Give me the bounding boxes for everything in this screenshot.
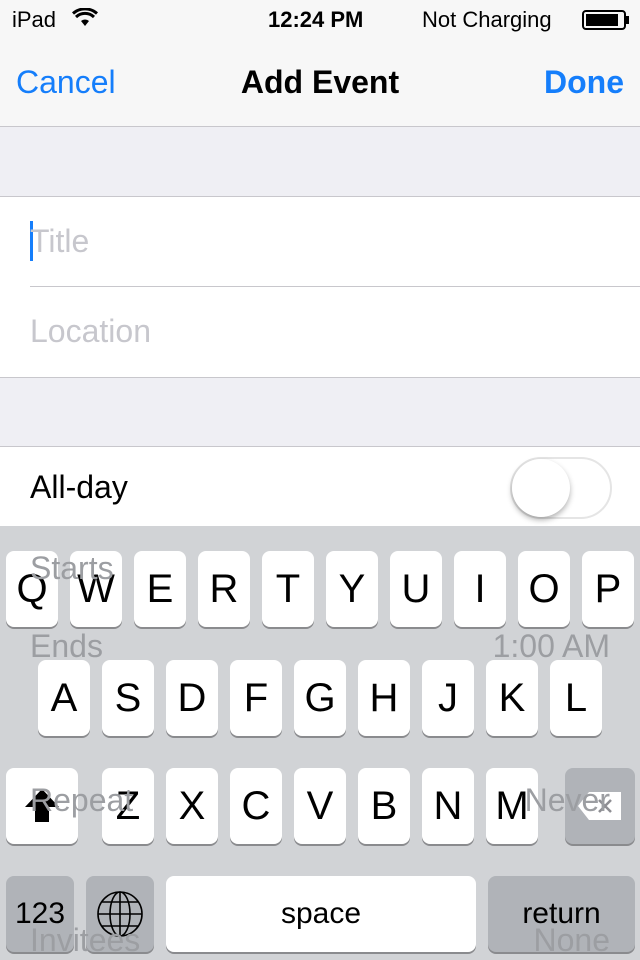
allday-label: All-day	[30, 469, 128, 505]
key-n[interactable]: N	[422, 768, 474, 844]
key-u[interactable]: U	[390, 551, 442, 627]
location-input[interactable]: Location	[30, 287, 640, 377]
invitees-label[interactable]: Invitees	[30, 922, 140, 958]
key-j[interactable]: J	[422, 660, 474, 736]
key-o[interactable]: O	[518, 551, 570, 627]
time-group: All-day	[0, 446, 640, 536]
key-g[interactable]: G	[294, 660, 346, 736]
toggle-knob	[512, 459, 570, 517]
cancel-button[interactable]: Cancel	[16, 64, 116, 101]
key-s[interactable]: S	[102, 660, 154, 736]
ends-label[interactable]: Ends	[30, 628, 103, 664]
charging-status: Not Charging	[422, 7, 552, 32]
key-k[interactable]: K	[486, 660, 538, 736]
key-b[interactable]: B	[358, 768, 410, 844]
keyboard: 123 space return QWERTYUIOPASDFGHJKLZXCV…	[0, 526, 640, 960]
repeat-label[interactable]: Repeat	[30, 782, 133, 818]
key-t[interactable]: T	[262, 551, 314, 627]
key-p[interactable]: P	[582, 551, 634, 627]
battery-icon	[582, 10, 630, 36]
title-location-group: Title Location	[0, 196, 640, 378]
title-input[interactable]: Title	[30, 197, 640, 287]
space-key[interactable]: space	[166, 876, 476, 952]
key-d[interactable]: D	[166, 660, 218, 736]
wifi-icon	[72, 7, 98, 34]
key-v[interactable]: V	[294, 768, 346, 844]
key-f[interactable]: F	[230, 660, 282, 736]
key-a[interactable]: A	[38, 660, 90, 736]
key-x[interactable]: X	[166, 768, 218, 844]
key-y[interactable]: Y	[326, 551, 378, 627]
done-button[interactable]: Done	[544, 64, 624, 101]
key-r[interactable]: R	[198, 551, 250, 627]
key-l[interactable]: L	[550, 660, 602, 736]
allday-toggle[interactable]	[510, 457, 612, 519]
invitees-value[interactable]: None	[534, 922, 611, 958]
key-i[interactable]: I	[454, 551, 506, 627]
key-c[interactable]: C	[230, 768, 282, 844]
title-placeholder: Title	[30, 223, 90, 259]
device-label: iPad	[12, 7, 57, 32]
location-placeholder: Location	[30, 313, 151, 349]
repeat-value[interactable]: Never	[525, 782, 610, 818]
ends-value[interactable]: 1:00 AM	[493, 628, 610, 664]
key-e[interactable]: E	[134, 551, 186, 627]
key-h[interactable]: H	[358, 660, 410, 736]
starts-label[interactable]: Starts	[30, 550, 114, 586]
allday-row: All-day	[30, 447, 640, 527]
status-bar: iPad 12:24 PM Not Charging	[0, 0, 640, 40]
clock: 12:24 PM	[268, 7, 364, 32]
navigation-bar: Add Event Cancel Done	[0, 40, 640, 127]
